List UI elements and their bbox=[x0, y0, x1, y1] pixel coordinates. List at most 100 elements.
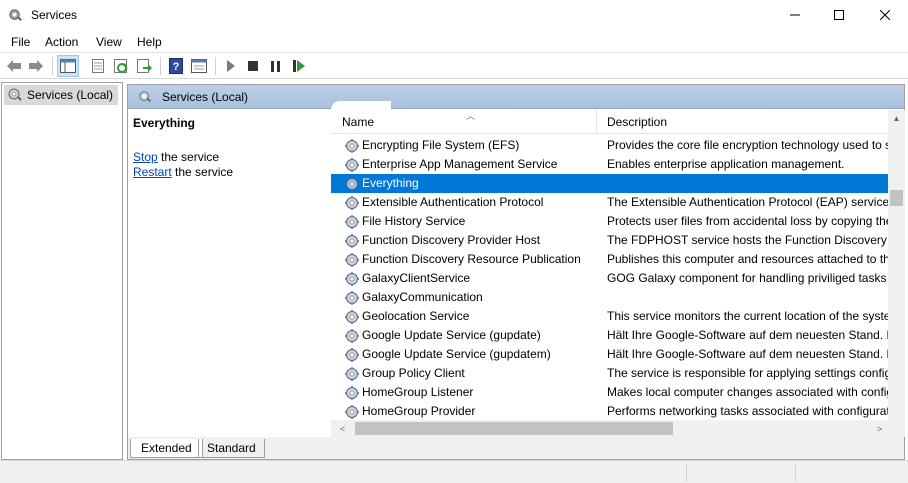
services-gear-icon bbox=[139, 90, 151, 102]
services-list: ︿ Name Description Encrypting File Syste… bbox=[331, 110, 905, 428]
service-name: File History Service bbox=[362, 214, 466, 228]
view-tabs: Extended Standard bbox=[128, 437, 904, 459]
service-name: Google Update Service (gupdatem) bbox=[362, 347, 551, 361]
service-name: Geolocation Service bbox=[362, 309, 470, 323]
main-header: Services (Local) bbox=[128, 85, 904, 109]
table-row[interactable]: HomeGroup Provider Performs networking ta… bbox=[331, 402, 888, 421]
column-name-label: Name bbox=[342, 115, 375, 129]
menu-bar: File Action View Help bbox=[0, 31, 908, 53]
service-gear-icon bbox=[345, 196, 359, 210]
minimize-button[interactable] bbox=[772, 0, 818, 30]
extended-pane: Everything Stop the service Restart the … bbox=[128, 110, 331, 440]
services-gear-icon bbox=[9, 9, 22, 21]
properties-icon bbox=[92, 59, 104, 73]
view-button[interactable] bbox=[188, 55, 210, 77]
service-gear-icon bbox=[345, 291, 359, 305]
service-description: Hält Ihre Google-Software auf dem neuest… bbox=[607, 347, 888, 361]
service-name: Enterprise App Management Service bbox=[362, 157, 558, 171]
tree-item-services-local[interactable]: Services (Local) bbox=[4, 85, 118, 105]
restart-service-icon bbox=[293, 60, 305, 72]
show-hide-console-tree-button[interactable] bbox=[57, 55, 79, 77]
service-gear-icon bbox=[345, 177, 359, 191]
help-icon: ? bbox=[169, 58, 183, 74]
restart-service-link[interactable]: Restart bbox=[133, 165, 172, 179]
table-row[interactable]: Group Policy Client The service is respon… bbox=[331, 364, 888, 383]
tab-standard[interactable]: Standard bbox=[198, 439, 265, 458]
service-name: HomeGroup Provider bbox=[362, 404, 476, 418]
service-description: The Extensible Authentication Protocol (… bbox=[607, 195, 888, 209]
stop-service-button[interactable] bbox=[242, 55, 264, 77]
close-button[interactable] bbox=[862, 0, 908, 30]
menu-file[interactable]: File bbox=[11, 35, 30, 49]
table-row[interactable]: Enterprise App Management Service Enables… bbox=[331, 155, 888, 174]
back-arrow-icon bbox=[7, 60, 21, 72]
export-list-button[interactable] bbox=[133, 55, 155, 77]
service-gear-icon bbox=[345, 348, 359, 362]
column-name-header[interactable]: ︿ Name bbox=[331, 110, 597, 134]
service-gear-icon bbox=[345, 310, 359, 324]
service-name: Group Policy Client bbox=[362, 366, 465, 380]
table-row[interactable]: Extensible Authentication Protocol The Ex… bbox=[331, 193, 888, 212]
service-description: GOG Galaxy component for handling privil… bbox=[607, 271, 887, 285]
table-row[interactable]: Geolocation Service This service monitors… bbox=[331, 307, 888, 326]
service-name: Encrypting File System (EFS) bbox=[362, 138, 520, 152]
table-row[interactable]: GalaxyCommunication bbox=[331, 288, 888, 307]
window-title: Services bbox=[31, 8, 78, 22]
main-header-title: Services (Local) bbox=[162, 89, 249, 104]
status-bar bbox=[0, 460, 908, 483]
scroll-up-icon[interactable]: ▲ bbox=[888, 110, 905, 127]
maximize-icon bbox=[834, 10, 844, 20]
start-service-button[interactable] bbox=[220, 55, 242, 77]
horizontal-scroll-thumb[interactable] bbox=[355, 422, 673, 435]
help-button[interactable]: ? bbox=[165, 55, 187, 77]
table-row[interactable]: HomeGroup Listener Makes local computer c… bbox=[331, 383, 888, 402]
service-name: GalaxyCommunication bbox=[362, 290, 483, 304]
refresh-button[interactable] bbox=[110, 55, 132, 77]
close-icon bbox=[880, 10, 890, 20]
menu-action[interactable]: Action bbox=[45, 35, 78, 49]
console-tree: Services (Local) bbox=[1, 82, 123, 460]
table-row[interactable]: File History Service Protects user files … bbox=[331, 212, 888, 231]
vertical-scroll-thumb[interactable] bbox=[890, 190, 903, 206]
maximize-button[interactable] bbox=[816, 0, 862, 30]
pause-service-button[interactable] bbox=[265, 55, 287, 77]
vertical-scrollbar[interactable]: ▲ bbox=[888, 110, 905, 428]
service-description: The service is responsible for applying … bbox=[607, 366, 888, 380]
svg-text:?: ? bbox=[173, 61, 180, 73]
scroll-right-icon[interactable]: > bbox=[871, 420, 888, 437]
service-description: Makes local computer changes associated … bbox=[607, 385, 888, 399]
table-row[interactable]: Everything bbox=[331, 174, 888, 193]
table-row[interactable]: Encrypting File System (EFS) Provides the… bbox=[331, 136, 888, 155]
menu-view[interactable]: View bbox=[96, 35, 122, 49]
table-row[interactable]: Google Update Service (gupdate) Hält Ihre… bbox=[331, 326, 888, 345]
service-gear-icon bbox=[345, 329, 359, 343]
properties-button[interactable] bbox=[87, 55, 109, 77]
stop-service-icon bbox=[248, 61, 258, 71]
service-description: Provides the core file encryption techno… bbox=[607, 138, 888, 152]
title-bar: Services bbox=[0, 0, 908, 30]
table-row[interactable]: Function Discovery Provider Host The FDPH… bbox=[331, 231, 888, 250]
service-gear-icon bbox=[345, 272, 359, 286]
forward-arrow-icon bbox=[29, 60, 43, 72]
forward-button[interactable] bbox=[25, 55, 47, 77]
scroll-left-icon[interactable]: < bbox=[334, 420, 351, 437]
service-gear-icon bbox=[345, 139, 359, 153]
restart-service-line: Restart the service bbox=[133, 165, 233, 179]
service-description: Hält Ihre Google-Software auf dem neuest… bbox=[607, 328, 888, 342]
column-description-header[interactable]: Description bbox=[597, 110, 888, 134]
horizontal-scrollbar[interactable]: < > bbox=[331, 420, 888, 437]
services-gear-icon bbox=[8, 88, 22, 101]
service-gear-icon bbox=[345, 215, 359, 229]
restart-service-button[interactable] bbox=[288, 55, 310, 77]
service-gear-icon bbox=[345, 405, 359, 419]
tab-extended[interactable]: Extended bbox=[130, 439, 203, 458]
stop-service-link[interactable]: Stop bbox=[133, 150, 158, 164]
menu-help[interactable]: Help bbox=[137, 35, 162, 49]
service-name: Google Update Service (gupdate) bbox=[362, 328, 541, 342]
table-row[interactable]: Google Update Service (gupdatem) Hält Ihr… bbox=[331, 345, 888, 364]
table-row[interactable]: Function Discovery Resource Publication P… bbox=[331, 250, 888, 269]
back-button[interactable] bbox=[3, 55, 25, 77]
view-icon bbox=[191, 59, 207, 73]
service-description: This service monitors the current locati… bbox=[607, 309, 888, 323]
table-row[interactable]: GalaxyClientService GOG Galaxy component … bbox=[331, 269, 888, 288]
